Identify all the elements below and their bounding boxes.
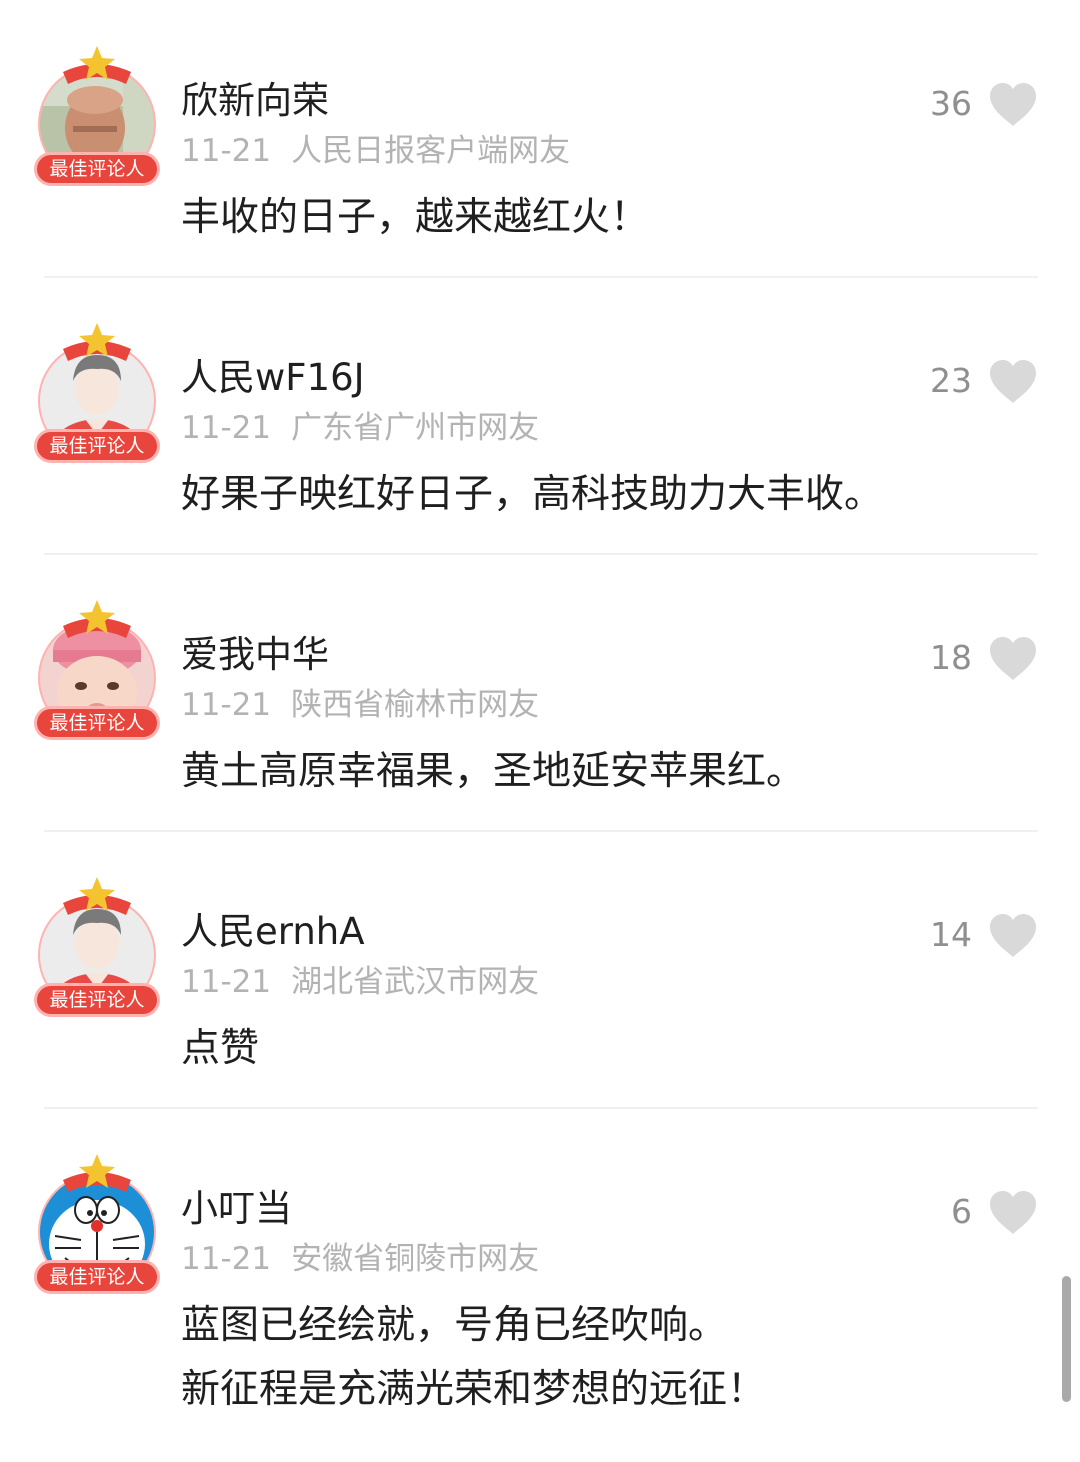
comment-source: 湖北省武汉市网友	[291, 964, 540, 1000]
comment-date: 11-21	[181, 133, 272, 169]
comment-meta: 11-21 人民日报客户端网友	[181, 129, 570, 173]
comment-text-line: 点赞	[181, 1026, 260, 1071]
comment-item[interactable]: 最佳评论人 爱我中华 11-21 陕西省榆林市网友黄土高原幸福果，圣地延安苹果红。 18	[0, 554, 1080, 832]
comment-text-line: 蓝图已经绘就，号角已经吹响。	[181, 1303, 728, 1348]
username[interactable]: 小叮当	[181, 1184, 292, 1234]
comment-text-line: 丰收的日子，越来越红火！	[181, 195, 650, 240]
comment-date: 11-21	[181, 964, 272, 1000]
comment-item[interactable]: 最佳评论人 人民ernhA 11-21 湖北省武汉市网友 点赞 14	[0, 831, 1080, 1109]
best-commenter-badge: 最佳评论人	[34, 152, 160, 186]
comment-text: 丰收的日子，越来越红火！	[181, 186, 1041, 250]
comment-text: 点赞	[181, 1017, 1041, 1081]
comment-source: 安徽省铜陵市网友	[291, 1241, 540, 1277]
like-count: 6	[951, 1192, 972, 1231]
like-count: 23	[930, 361, 972, 400]
heart-icon[interactable]	[988, 359, 1038, 405]
comment-date: 11-21	[181, 410, 272, 446]
scrollbar[interactable]	[1062, 1276, 1071, 1402]
heart-icon[interactable]	[988, 913, 1038, 959]
comment-source: 陕西省榆林市网友	[291, 687, 540, 723]
username[interactable]: 爱我中华	[181, 630, 329, 680]
comment-text-line: 好果子映红好日子，高科技助力大丰收。	[181, 472, 884, 517]
like-count: 18	[930, 638, 972, 677]
heart-icon[interactable]	[988, 636, 1038, 682]
comment-text: 好果子映红好日子，高科技助力大丰收。	[181, 463, 1041, 527]
comment-source: 人民日报客户端网友	[291, 133, 571, 169]
like-count: 14	[930, 915, 972, 954]
comment-meta: 11-21 广东省广州市网友	[181, 406, 539, 450]
username[interactable]: 人民ernhA	[181, 907, 365, 957]
comment-text: 蓝图已经绘就，号角已经吹响。 新征程是充满光荣和梦想的远征！	[181, 1294, 1041, 1422]
best-commenter-badge: 最佳评论人	[34, 429, 160, 463]
best-commenter-badge: 最佳评论人	[34, 706, 160, 740]
comment-item[interactable]: 最佳评论人 小叮当 11-21 安徽省铜陵市网友蓝图已经绘就，号角已经吹响。 新征程是充…	[0, 1108, 1080, 1412]
comment-meta: 11-21 安徽省铜陵市网友	[181, 1237, 539, 1281]
like-count: 36	[930, 84, 972, 123]
comment-date: 11-21	[181, 687, 272, 723]
comment-text-line: 黄土高原幸福果，圣地延安苹果红。	[181, 749, 806, 794]
best-commenter-badge: 最佳评论人	[34, 983, 160, 1017]
heart-icon[interactable]	[988, 1190, 1038, 1236]
comment-date: 11-21	[181, 1241, 272, 1277]
comment-item[interactable]: 最佳评论人 欣新向荣 11-21 人民日报客户端网友丰收的日子，越来越红火！ 36	[0, 0, 1080, 278]
comment-source: 广东省广州市网友	[291, 410, 540, 446]
heart-icon[interactable]	[988, 82, 1038, 128]
comment-meta: 11-21 陕西省榆林市网友	[181, 683, 539, 727]
best-commenter-badge: 最佳评论人	[34, 1260, 160, 1294]
comment-item[interactable]: 最佳评论人 人民wF16J 11-21 广东省广州市网友好果子映红好日子，高科技助力大…	[0, 277, 1080, 555]
username[interactable]: 人民wF16J	[181, 353, 365, 403]
comment-meta: 11-21 湖北省武汉市网友	[181, 960, 539, 1004]
comment-text: 黄土高原幸福果，圣地延安苹果红。	[181, 740, 1041, 804]
username[interactable]: 欣新向荣	[181, 76, 329, 126]
comment-text-line: 新征程是充满光荣和梦想的远征！	[181, 1367, 767, 1412]
